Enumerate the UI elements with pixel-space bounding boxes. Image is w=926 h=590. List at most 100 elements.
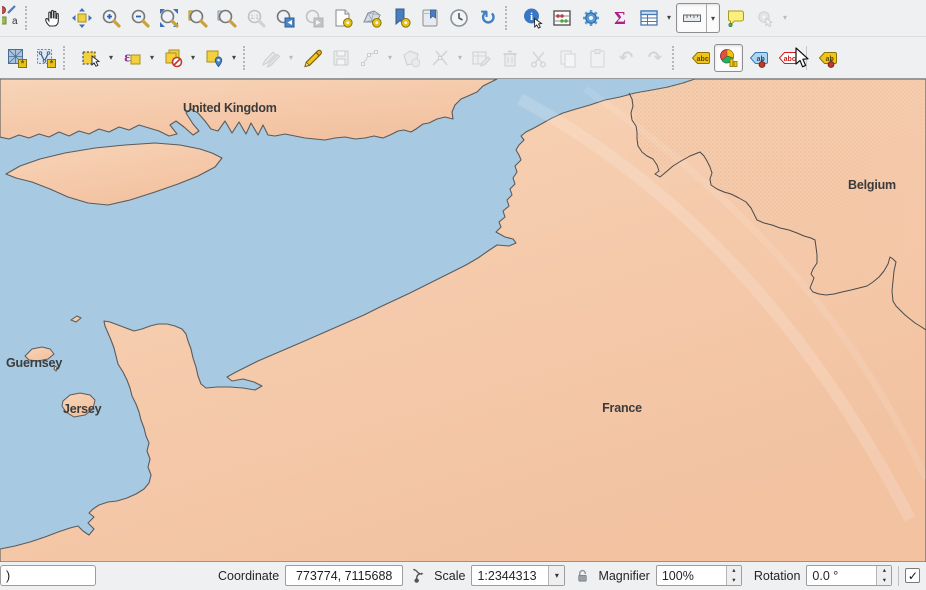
pan-map-button[interactable] [38, 4, 67, 32]
cut-features-button [524, 44, 553, 72]
undo-button: ↶ [611, 44, 640, 72]
new-shapefile-layer-button[interactable]: * [31, 44, 60, 72]
statistical-summary-button[interactable] [547, 4, 576, 32]
magnifier-up-arrow[interactable]: ▴ [727, 566, 741, 576]
magnifier-spinbox[interactable]: 100% ▴▾ [656, 565, 742, 586]
svg-text:*: * [20, 58, 24, 68]
map-tips-icon [725, 7, 747, 29]
new-mesh-layer-icon: * [6, 47, 28, 69]
pan-to-selection-button[interactable] [67, 4, 96, 32]
zoom-to-layer-button[interactable] [212, 4, 241, 32]
current-edits-button [256, 44, 285, 72]
select-by-value-dropdown[interactable]: ▾ [228, 44, 240, 72]
coordinate-input[interactable]: 773774, 7115688 [285, 565, 403, 586]
ruler-icon [681, 7, 703, 29]
scale-dropdown-arrow[interactable]: ▾ [548, 566, 564, 585]
coordinate-label: Coordinate [218, 569, 279, 583]
deselect-features-dropdown[interactable]: ▾ [187, 44, 199, 72]
select-rect-icon [80, 47, 102, 69]
move-label-button[interactable]: ab [812, 44, 841, 72]
vertex-tool-icon [429, 47, 451, 69]
rotation-down-arrow[interactable]: ▾ [877, 576, 891, 586]
render-checkbox[interactable]: ✓ [905, 568, 920, 583]
identify-features-button[interactable]: i [518, 4, 547, 32]
pencil-icon [301, 47, 323, 69]
new-bookmark-icon [390, 7, 412, 29]
pan-selection-icon [71, 7, 93, 29]
style-manager-button[interactable]: a [2, 4, 22, 32]
refresh-map-button[interactable]: ↻ [473, 4, 502, 32]
layer-labeling-options-button[interactable]: abc [685, 44, 714, 72]
toolbar-separator-line [806, 46, 807, 70]
toolbar-separator [243, 46, 251, 70]
measure-dropdown[interactable]: ▾ [706, 4, 719, 32]
measure-button-group: ▾ [676, 3, 720, 33]
deselect-features-button[interactable] [158, 44, 187, 72]
statistics-icon [551, 7, 573, 29]
redo-icon: ↷ [644, 47, 666, 69]
select-by-expression-dropdown[interactable]: ▾ [146, 44, 158, 72]
coordinate-value: 773774, 7115688 [296, 569, 392, 583]
zoom-full-button[interactable] [154, 4, 183, 32]
select-value-icon [203, 47, 225, 69]
new-shapefile-layer-icon: * [35, 47, 57, 69]
toolbar-separator [63, 46, 71, 70]
new-map-view-button[interactable] [328, 4, 357, 32]
copy-icon [557, 47, 579, 69]
zoom-in-button[interactable] [96, 4, 125, 32]
open-attribute-table-button[interactable] [634, 4, 663, 32]
scale-label: Scale [434, 569, 465, 583]
rotation-spinbox[interactable]: 0.0 ° ▴▾ [806, 565, 892, 586]
highlight-pinned-labels-button[interactable]: abc [772, 44, 801, 72]
open-attribute-table-dropdown[interactable]: ▾ [663, 4, 675, 32]
lock-scale-icon[interactable] [575, 568, 590, 584]
trash-icon [499, 47, 521, 69]
scale-combobox[interactable]: 1:2344313 ▾ [471, 565, 565, 586]
measure-button[interactable] [677, 4, 706, 32]
processing-toolbox-button[interactable] [576, 4, 605, 32]
run-action-icon [754, 7, 776, 29]
digitize-with-segment-button [355, 44, 384, 72]
svg-text:Σ: Σ [614, 8, 626, 28]
svg-text:abc: abc [696, 55, 708, 62]
new-spatial-bookmark-button[interactable] [386, 4, 415, 32]
toggle-editing-button[interactable] [297, 44, 326, 72]
statusbar-separator [898, 566, 899, 586]
status-bar: ) Coordinate 773774, 7115688 Scale 1:234… [0, 561, 926, 589]
temporal-controller-button[interactable] [444, 4, 473, 32]
map-label-jersey: Jersey [63, 402, 102, 416]
toolbar-separator [505, 6, 513, 30]
new-3d-map-icon [361, 7, 383, 29]
select-features-button[interactable] [76, 44, 105, 72]
svg-text:a: a [12, 16, 18, 26]
select-by-expression-button[interactable]: ε [117, 44, 146, 72]
attribute-table-icon [638, 7, 660, 29]
show-spatial-bookmarks-button[interactable] [415, 4, 444, 32]
select-by-value-button[interactable] [199, 44, 228, 72]
mouse-position-icon[interactable] [409, 567, 426, 584]
sum-features-button[interactable]: Σ [605, 4, 634, 32]
magnifier-minus-icon [129, 7, 151, 29]
rotation-up-arrow[interactable]: ▴ [877, 566, 891, 576]
zoom-to-selection-button[interactable] [183, 4, 212, 32]
current-edits-icon [260, 47, 282, 69]
pin-unpin-labels-button[interactable]: ab [743, 44, 772, 72]
run-feature-action-dropdown: ▾ [779, 4, 791, 32]
select-features-dropdown[interactable]: ▾ [105, 44, 117, 72]
map-canvas[interactable]: United KingdomBelgiumGuernseyJerseyFranc… [0, 78, 926, 561]
zoom-native-button: 1:1 [241, 4, 270, 32]
new-mesh-layer-button[interactable]: * [2, 44, 31, 72]
layer-diagram-options-button[interactable] [714, 44, 743, 72]
svg-text:↷: ↷ [647, 48, 661, 67]
zoom-last-button[interactable] [270, 4, 299, 32]
map-tips-button[interactable] [721, 4, 750, 32]
new-3d-map-view-button[interactable] [357, 4, 386, 32]
zoom-out-button[interactable] [125, 4, 154, 32]
gear-icon [580, 7, 602, 29]
magnifier-down-arrow[interactable]: ▾ [727, 576, 741, 586]
scale-value: 1:2344313 [472, 566, 548, 585]
svg-text:abc: abc [783, 55, 795, 62]
rotation-label: Rotation [754, 569, 801, 583]
locator-input[interactable]: ) [0, 565, 96, 586]
map-label-belgium: Belgium [848, 178, 896, 192]
